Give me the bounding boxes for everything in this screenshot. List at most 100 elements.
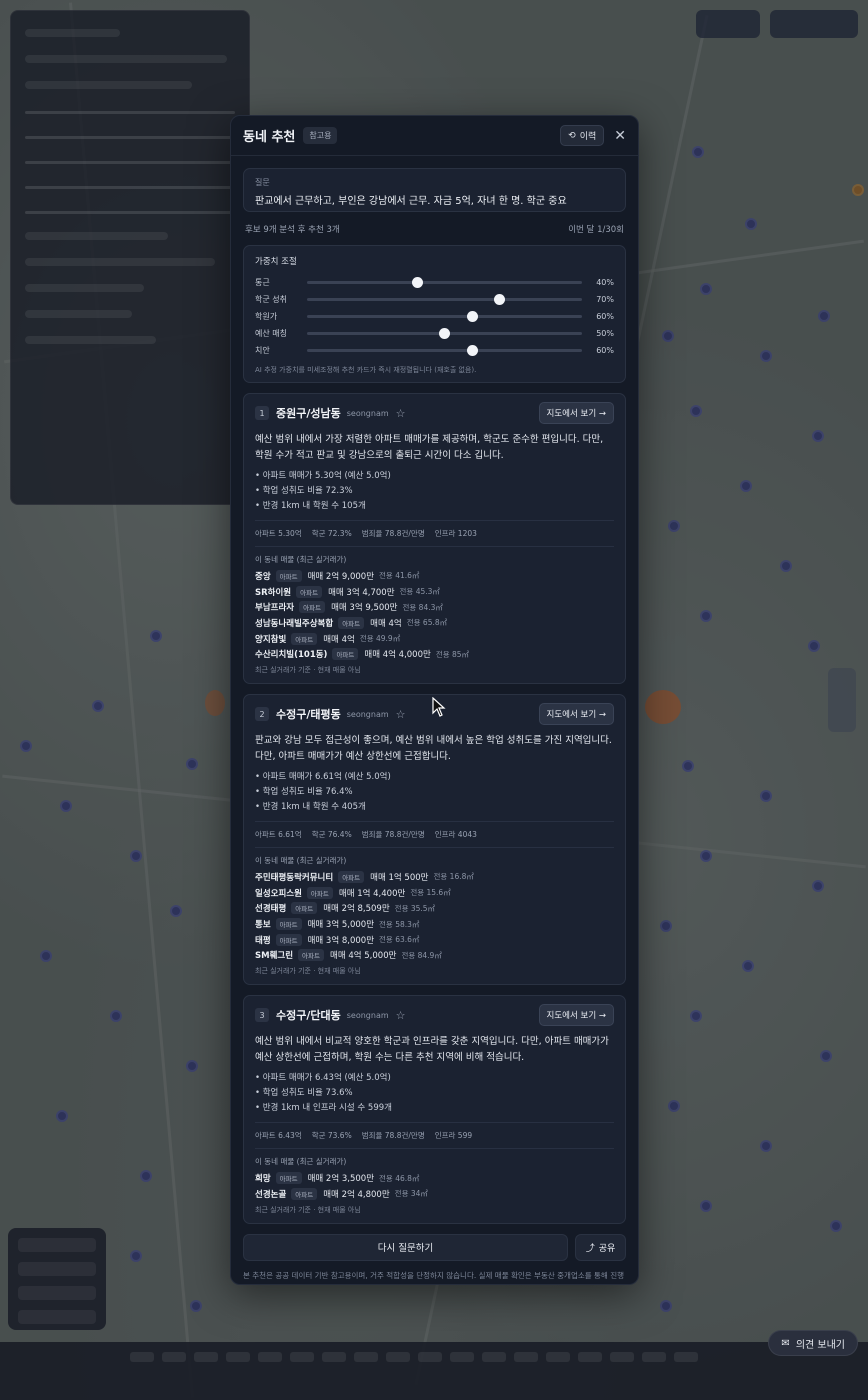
ask-again-button[interactable]: 다시 질문하기 (243, 1233, 568, 1261)
feedback-button[interactable]: ✉ 의견 보내기 (768, 1330, 858, 1356)
top-toolbar (696, 10, 858, 38)
listing-row: 양지참빛 아파트 매매 4억 전용 49.9㎡ (255, 631, 614, 647)
weight-slider[interactable] (307, 345, 582, 356)
star-icon[interactable]: ☆ (396, 708, 406, 721)
listing-type-badge: 아파트 (296, 585, 323, 598)
listing-price: 매매 1억 4,400만 (338, 888, 406, 899)
card-header: 1 중원구/성남동 seongnam ☆ 지도에서 보기 → (255, 402, 614, 424)
zoom-control[interactable] (828, 668, 856, 732)
history-icon: ⟲ (568, 130, 576, 141)
listing-size: 전용 58.3㎡ (379, 919, 420, 929)
mouse-cursor-icon (432, 697, 446, 717)
question-text: 판교에서 근무하고, 부인은 강남에서 근무. 자금 5억, 자녀 한 명. 학… (255, 196, 567, 207)
listing-name: 중앙 (255, 571, 271, 582)
listing-type-badge: 아파트 (299, 601, 326, 614)
weight-slider[interactable] (307, 277, 582, 288)
weight-slider[interactable] (307, 294, 582, 305)
listing-name: 성남동나래빌주상복합 (255, 618, 334, 629)
listing-note: 최근 실거래가 기준 · 현재 매물 아님 (255, 1205, 361, 1214)
toolbar-button[interactable] (696, 10, 760, 38)
listing-price: 매매 2억 4,800만 (323, 1189, 390, 1200)
listing-type-badge: 아파트 (275, 1172, 302, 1185)
analysis-meta-row: 후보 9개 분석 후 추천 3개 이번 달 1/30회 (245, 223, 624, 235)
weights-panel: 가중치 조절 통근 40% 학군 성취 70% 학원가 60% 예산 매칭 50% 치안 60% … (243, 245, 626, 383)
weight-slider-handle[interactable] (494, 294, 505, 305)
recommendation-card: 2 수정구/태평동 seongnam ☆ 지도에서 보기 → 판교와 강남 모두 접근성이… (243, 694, 626, 986)
highlight-item: • 아파트 매매가 6.61억 (예산 5.0억) (255, 772, 391, 783)
listing-title: 이 동네 매물 (최근 실거래가) (255, 555, 347, 564)
stat-item: 범죄율 78.8건/만명 (361, 830, 425, 840)
listing-name: 수산리치빌(101동) (255, 650, 328, 661)
question-box: 질문 판교에서 근무하고, 부인은 강남에서 근무. 자금 5억, 자녀 한 명… (243, 168, 626, 212)
listing-name: 선경태평 (255, 904, 287, 915)
listing-type-badge: 아파트 (291, 902, 318, 915)
stat-item: 인프라 4043 (434, 830, 477, 840)
weight-label: 학군 성취 (255, 295, 287, 304)
listing-size: 전용 49.9㎡ (359, 634, 401, 644)
weight-row: 예산 매칭 50% (255, 325, 614, 342)
listing-note: 최근 실거래가 기준 · 현재 매물 아님 (255, 967, 361, 976)
listing-price: 매매 2억 3,500만 (307, 1174, 375, 1185)
listing-row: 주민태평동락커뮤니티 아파트 매매 1억 500만 전용 16.8㎡ (255, 869, 614, 885)
listing-name: 희망 (255, 1174, 271, 1185)
weight-row: 통근 40% (255, 274, 614, 291)
area-description: 예산 범위 내에서 가장 저렴한 아파트 매매가를 제공하며, 학군도 준수한 … (255, 434, 604, 461)
listing-name: 양지참빛 (255, 634, 287, 645)
highlight-item: • 학업 성취도 비율 76.4% (255, 787, 353, 798)
stat-item: 학군 76.4% (311, 830, 352, 840)
toolbar-button[interactable] (770, 10, 858, 38)
listing-price: 매매 3억 4,700만 (328, 587, 395, 598)
weight-slider[interactable] (307, 328, 582, 339)
close-icon[interactable]: ✕ (614, 128, 626, 144)
highlight-item: • 반경 1km 내 인프라 시설 수 599개 (255, 1103, 392, 1114)
listing-price: 매매 2억 8,509만 (323, 904, 390, 915)
weight-slider[interactable] (307, 311, 582, 322)
weight-label: 통근 (255, 278, 270, 287)
listing-size: 전용 84.9㎡ (401, 950, 442, 960)
view-on-map-button[interactable]: 지도에서 보기 → (538, 1004, 614, 1027)
listing-type-badge: 아파트 (298, 949, 324, 962)
weights-title: 가중치 조절 (255, 257, 297, 267)
star-icon[interactable]: ☆ (396, 407, 406, 420)
weight-slider-handle[interactable] (411, 277, 423, 288)
share-button[interactable]: ⤴ 공유 (575, 1233, 626, 1261)
highlight-item: • 학업 성취도 비율 72.3% (255, 486, 353, 496)
weight-row: 학원가 60% (255, 308, 614, 325)
history-button[interactable]: ⟲ 이력 (560, 125, 605, 146)
listing-price: 매매 4억 5,000만 (330, 951, 397, 962)
weight-slider-handle[interactable] (439, 328, 450, 339)
stats-row: 아파트 6.61억 학군 76.4% 범죄율 78.8건/만명 인프라 4043 (255, 821, 614, 849)
view-on-map-button[interactable]: 지도에서 보기 → (538, 402, 614, 424)
modal-header: 동네 추천 참고용 ⟲ 이력 ✕ (231, 116, 638, 156)
stat-item: 범죄율 78.8건/만명 (361, 529, 425, 538)
listing-price: 매매 3억 5,000만 (307, 920, 375, 931)
listing-type-badge: 아파트 (338, 616, 365, 629)
view-on-map-button[interactable]: 지도에서 보기 → (538, 703, 614, 726)
listing-row: 선경태평 아파트 매매 2억 8,509만 전용 35.5㎡ (255, 901, 614, 917)
stat-item: 학군 72.3% (311, 529, 352, 538)
stat-item: 학군 73.6% (311, 1131, 352, 1141)
weight-value: 60% (596, 312, 614, 321)
listing-row: 부남프라자 아파트 매매 3억 9,500만 전용 84.3㎡ (255, 599, 614, 615)
weight-value: 40% (596, 278, 614, 287)
listing-price: 매매 4억 (370, 618, 402, 629)
listing-size: 전용 85㎡ (435, 649, 470, 659)
listing-name: SR하이원 (255, 587, 292, 598)
listing-row: SR하이원 아파트 매매 3억 4,700만 전용 45.3㎡ (255, 584, 614, 600)
listing-row: 희망 아파트 매매 2억 3,500만 전용 46.8㎡ (255, 1170, 614, 1186)
area-name: 수정구/단대동 (276, 1009, 341, 1023)
listing-name: 선경논골 (255, 1189, 287, 1200)
disclaimer: 본 추천은 공공 데이터 기반 참고용이며, 거주 적합성을 단정하지 않습니다… (243, 1270, 625, 1284)
highlight-item: • 아파트 매매가 6.43억 (예산 5.0억) (255, 1073, 391, 1084)
listing-title: 이 동네 매물 (최근 실거래가) (255, 1157, 347, 1167)
listing-row: 태평 아파트 매매 3억 8,000만 전용 63.6㎡ (255, 932, 614, 948)
stat-item: 아파트 6.61억 (255, 830, 302, 840)
listing-size: 전용 34㎡ (394, 1189, 428, 1199)
weight-slider-handle[interactable] (466, 311, 478, 322)
star-icon[interactable]: ☆ (396, 1009, 406, 1022)
area-description: 판교와 강남 모두 접근성이 좋으며, 예산 범위 내에서 높은 학업 성취도를… (255, 735, 612, 762)
weight-slider-handle[interactable] (466, 345, 478, 356)
rank-badge: 3 (255, 1008, 269, 1023)
weight-label: 예산 매칭 (255, 329, 287, 338)
rank-badge: 1 (255, 406, 269, 420)
